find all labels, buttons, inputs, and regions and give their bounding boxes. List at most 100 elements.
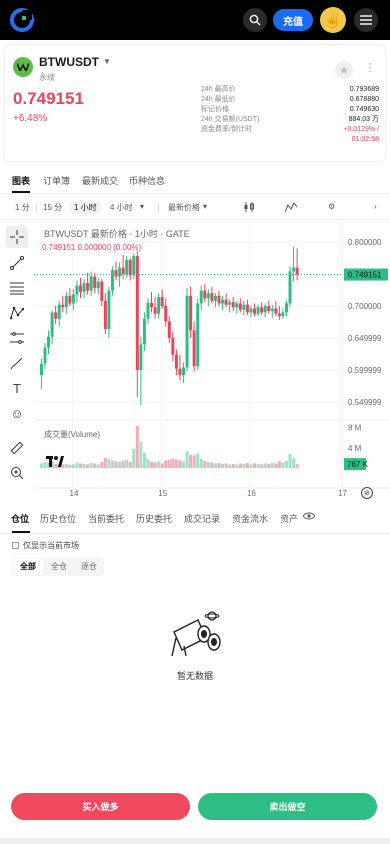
candle-body bbox=[153, 307, 157, 314]
zoom-in-icon[interactable] bbox=[6, 462, 28, 484]
candle-body bbox=[242, 304, 246, 310]
tab-orderbook[interactable]: 订单簿 bbox=[43, 174, 70, 187]
divider bbox=[36, 203, 37, 213]
tab-assets[interactable]: 资产 bbox=[280, 512, 298, 525]
volume-bar bbox=[89, 462, 93, 468]
tradingview-logo-icon[interactable] bbox=[46, 456, 64, 470]
candle-body bbox=[245, 304, 249, 313]
gate-logo-icon[interactable] bbox=[10, 8, 34, 32]
candle-body bbox=[288, 271, 292, 304]
active-tab-indicator bbox=[12, 531, 30, 533]
more-icon[interactable]: ⋮ bbox=[361, 61, 379, 79]
buy-long-button[interactable]: 买入做多 bbox=[11, 793, 190, 820]
sell-short-button[interactable]: 卖出做空 bbox=[198, 793, 377, 820]
volume-bar bbox=[288, 453, 292, 468]
ruler-icon[interactable] bbox=[6, 437, 28, 459]
volume-bar bbox=[107, 458, 111, 468]
candle-body bbox=[171, 338, 175, 355]
volume-bar bbox=[86, 464, 90, 468]
stat-row: 01:02:58 bbox=[201, 135, 379, 145]
volume-bar bbox=[245, 462, 249, 468]
candle-body bbox=[210, 293, 214, 301]
checkbox[interactable] bbox=[12, 542, 19, 549]
fib-retracement-icon[interactable] bbox=[6, 277, 28, 299]
crosshair-icon[interactable] bbox=[6, 226, 28, 248]
eye-icon[interactable] bbox=[302, 512, 316, 522]
filter-isolated[interactable]: 逐仓 bbox=[74, 558, 104, 576]
interval-4h[interactable]: 4 小时 bbox=[110, 202, 133, 213]
tab-open-orders[interactable]: 当前委托 bbox=[88, 512, 124, 525]
tab-trade-history[interactable]: 成交记录 bbox=[184, 512, 220, 525]
tab-fund-flow[interactable]: 资金流水 bbox=[232, 512, 268, 525]
candle-body bbox=[96, 281, 100, 289]
interval-1h[interactable]: 1 小时 bbox=[70, 201, 101, 214]
candles bbox=[39, 247, 299, 406]
menu-button[interactable] bbox=[354, 8, 378, 32]
projection-icon[interactable] bbox=[6, 327, 28, 349]
filter-all[interactable]: 全部 bbox=[13, 559, 43, 575]
chevron-down-icon[interactable]: ▾ bbox=[140, 202, 144, 211]
stat-value: 0.793689 bbox=[349, 86, 379, 93]
tab-position-history[interactable]: 历史仓位 bbox=[40, 512, 76, 525]
chevron-down-icon[interactable]: ▼ bbox=[103, 57, 111, 66]
candle-body bbox=[235, 303, 239, 308]
time-tick-label: 15 bbox=[158, 489, 167, 498]
volume-bar bbox=[118, 461, 122, 468]
candle-style-icon[interactable] bbox=[243, 202, 255, 214]
tab-chart[interactable]: 图表 bbox=[12, 174, 30, 187]
candle-body bbox=[213, 295, 217, 301]
candle-body bbox=[142, 318, 146, 345]
emoji-icon[interactable]: ☺ bbox=[6, 402, 28, 424]
candle-body bbox=[57, 304, 61, 319]
candle-body bbox=[256, 307, 260, 314]
empty-binoculars-icon bbox=[168, 608, 224, 658]
candle-body bbox=[196, 303, 200, 367]
star-icon[interactable]: ★ bbox=[335, 61, 353, 79]
candle-body bbox=[125, 259, 129, 274]
candle-body bbox=[185, 295, 189, 368]
checkbox-label: 仅显示当前市场 bbox=[23, 541, 79, 550]
candle-body bbox=[128, 259, 132, 276]
tab-latest-trades[interactable]: 最新成交 bbox=[82, 174, 118, 187]
chart-ohlc: 0.749151 0.000000 (0.00%) bbox=[42, 243, 142, 252]
chevron-right-icon[interactable]: › bbox=[374, 202, 377, 211]
trend-line-icon[interactable] bbox=[6, 252, 28, 274]
filter-cross[interactable]: 全仓 bbox=[44, 558, 74, 576]
volume-bar bbox=[167, 459, 171, 468]
candle-body bbox=[231, 302, 235, 308]
interval-15m[interactable]: 15 分 bbox=[43, 202, 62, 213]
pair-name[interactable]: BTWUSDT bbox=[39, 55, 99, 69]
volume-bar bbox=[110, 460, 114, 468]
indicators-icon[interactable] bbox=[284, 202, 298, 214]
chart-toolbar: 1 分 15 分 1 小时 4 小时 ▾ 最新价格 ▾ ⚙ › bbox=[0, 196, 390, 220]
volume-bar bbox=[71, 464, 75, 468]
candle-body bbox=[50, 312, 54, 337]
gear-icon[interactable]: ⚙ bbox=[328, 202, 335, 211]
deposit-button[interactable]: 充值 bbox=[273, 9, 313, 31]
volume-bar bbox=[213, 463, 217, 468]
auto-scale-icon[interactable]: ⊘ bbox=[361, 487, 373, 499]
only-current-market-checkbox[interactable]: 仅显示当前市场 bbox=[12, 540, 79, 551]
tab-coin-info[interactable]: 币种信息 bbox=[129, 174, 165, 187]
chevron-down-icon[interactable]: ▾ bbox=[203, 202, 207, 211]
price-type-select[interactable]: 最新价格 bbox=[168, 202, 200, 213]
volume-bar bbox=[228, 464, 232, 468]
candle-body bbox=[82, 282, 86, 292]
stat-label: 24h 交易额(USDT) bbox=[201, 116, 260, 123]
interval-1m[interactable]: 1 分 bbox=[15, 202, 30, 213]
volume-bar bbox=[132, 448, 136, 468]
tab-order-history[interactable]: 历史委托 bbox=[136, 512, 172, 525]
brush-icon[interactable] bbox=[6, 352, 28, 374]
candlestick-chart[interactable]: 0.800000 0.749151 0.700000 0.649999 0.599999… bbox=[34, 222, 390, 502]
search-button[interactable] bbox=[243, 8, 267, 32]
coin-icon bbox=[13, 57, 33, 77]
avatar[interactable]: ✌️ bbox=[320, 7, 346, 33]
empty-state-text: 暂无数据 bbox=[176, 671, 213, 681]
tab-positions[interactable]: 仓位 bbox=[11, 512, 29, 525]
text-icon[interactable]: T bbox=[6, 377, 28, 399]
candle-body bbox=[160, 297, 164, 306]
candle-body bbox=[75, 285, 79, 295]
candle-body bbox=[132, 256, 136, 276]
drawing-tools: T ☺ bbox=[0, 222, 34, 488]
pattern-icon[interactable] bbox=[6, 302, 28, 324]
